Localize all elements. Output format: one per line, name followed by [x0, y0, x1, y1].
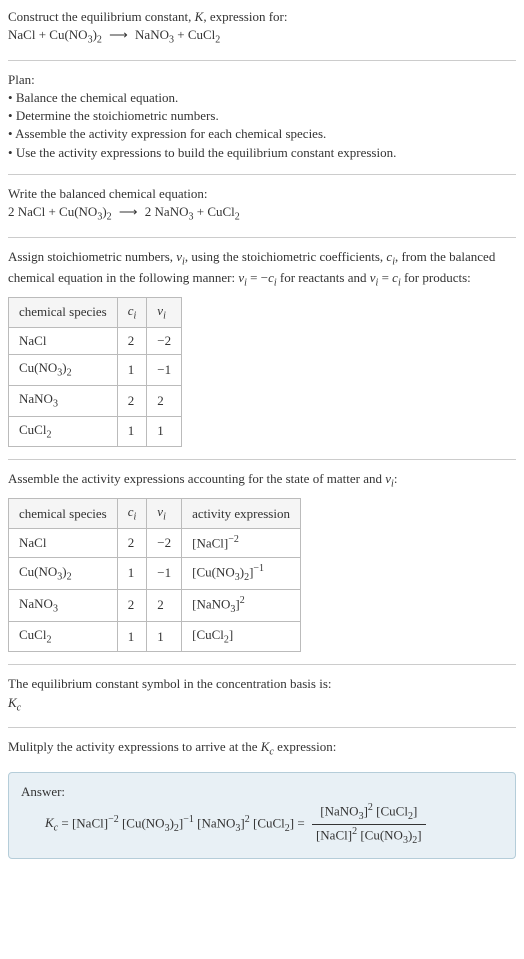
table-header-row: chemical species ci νi activity expressi…	[9, 498, 301, 529]
plan-bullet: • Balance the chemical equation.	[8, 90, 178, 105]
stoich-table: chemical species ci νi NaCl 2 −2 Cu(NO3)…	[8, 297, 182, 448]
table-cell: CuCl2	[9, 621, 118, 652]
table-cell: [CuCl2]	[182, 621, 301, 652]
table-cell: −1	[147, 355, 182, 386]
table-cell: 2	[147, 589, 182, 621]
table-row: NaNO3 2 2	[9, 386, 182, 417]
table-header: activity expression	[182, 498, 301, 529]
answer-box: Answer: Kc = [NaCl]−2 [Cu(NO3)2]−1 [NaNO…	[8, 772, 516, 859]
table-cell: 1	[117, 557, 147, 589]
balanced-heading: Write the balanced chemical equation:	[8, 186, 207, 201]
table-cell: 1	[117, 355, 147, 386]
plan-heading: Plan:	[8, 72, 35, 87]
table-cell: [NaCl]−2	[182, 529, 301, 558]
table-cell: 1	[117, 416, 147, 447]
table-row: CuCl2 1 1 [CuCl2]	[9, 621, 301, 652]
table-header: chemical species	[9, 498, 118, 529]
table-row: CuCl2 1 1	[9, 416, 182, 447]
table-cell: 1	[147, 621, 182, 652]
table-row: NaCl 2 −2	[9, 328, 182, 355]
table-cell: [NaNO3]2	[182, 589, 301, 621]
table-cell: 2	[147, 386, 182, 417]
table-cell: [Cu(NO3)2]−1	[182, 557, 301, 589]
table-cell: NaCl	[9, 328, 118, 355]
table-cell: 1	[117, 621, 147, 652]
kc-symbol: Kc	[8, 695, 21, 710]
activity-table: chemical species ci νi activity expressi…	[8, 498, 301, 653]
table-cell: −2	[147, 529, 182, 558]
table-cell: Cu(NO3)2	[9, 557, 118, 589]
prompt-text: Construct the equilibrium constant, K, e…	[8, 9, 287, 24]
symbol-section: The equilibrium constant symbol in the c…	[8, 675, 516, 715]
stoich-intro: Assign stoichiometric numbers, νi, using…	[8, 249, 495, 286]
table-cell: NaNO3	[9, 589, 118, 621]
table-row: NaCl 2 −2 [NaCl]−2	[9, 529, 301, 558]
unbalanced-equation: NaCl + Cu(NO3)2 ⟶ NaNO3 + CuCl2	[8, 27, 220, 42]
table-cell: 2	[117, 328, 147, 355]
table-header: νi	[147, 498, 182, 529]
plan-bullet: • Determine the stoichiometric numbers.	[8, 108, 219, 123]
table-header: νi	[147, 297, 182, 328]
table-cell: −2	[147, 328, 182, 355]
table-cell: 1	[147, 416, 182, 447]
table-cell: 2	[117, 589, 147, 621]
balanced-equation: 2 NaCl + Cu(NO3)2 ⟶ 2 NaNO3 + CuCl2	[8, 204, 240, 219]
prompt-section: Construct the equilibrium constant, K, e…	[8, 8, 516, 48]
plan-bullet: • Use the activity expressions to build …	[8, 145, 396, 160]
table-row: Cu(NO3)2 1 −1 [Cu(NO3)2]−1	[9, 557, 301, 589]
table-cell: 2	[117, 529, 147, 558]
table-row: Cu(NO3)2 1 −1	[9, 355, 182, 386]
activity-section: Assemble the activity expressions accoun…	[8, 470, 516, 652]
plan-bullet: • Assemble the activity expression for e…	[8, 126, 326, 141]
table-header: chemical species	[9, 297, 118, 328]
multiply-section: Mulitply the activity expressions to arr…	[8, 738, 516, 760]
answer-expression: Kc = [NaCl]−2 [Cu(NO3)2]−1 [NaNO3]2 [CuC…	[45, 801, 503, 848]
balanced-section: Write the balanced chemical equation: 2 …	[8, 185, 516, 225]
table-cell: NaNO3	[9, 386, 118, 417]
table-header: ci	[117, 297, 147, 328]
table-cell: 2	[117, 386, 147, 417]
plan-section: Plan: • Balance the chemical equation. •…	[8, 71, 516, 162]
multiply-text: Mulitply the activity expressions to arr…	[8, 739, 336, 754]
table-cell: NaCl	[9, 529, 118, 558]
table-header: ci	[117, 498, 147, 529]
activity-intro: Assemble the activity expressions accoun…	[8, 471, 397, 486]
answer-label: Answer:	[21, 784, 65, 799]
table-cell: CuCl2	[9, 416, 118, 447]
symbol-text: The equilibrium constant symbol in the c…	[8, 676, 332, 691]
table-cell: −1	[147, 557, 182, 589]
stoich-section: Assign stoichiometric numbers, νi, using…	[8, 248, 516, 448]
table-cell: Cu(NO3)2	[9, 355, 118, 386]
table-header-row: chemical species ci νi	[9, 297, 182, 328]
table-row: NaNO3 2 2 [NaNO3]2	[9, 589, 301, 621]
